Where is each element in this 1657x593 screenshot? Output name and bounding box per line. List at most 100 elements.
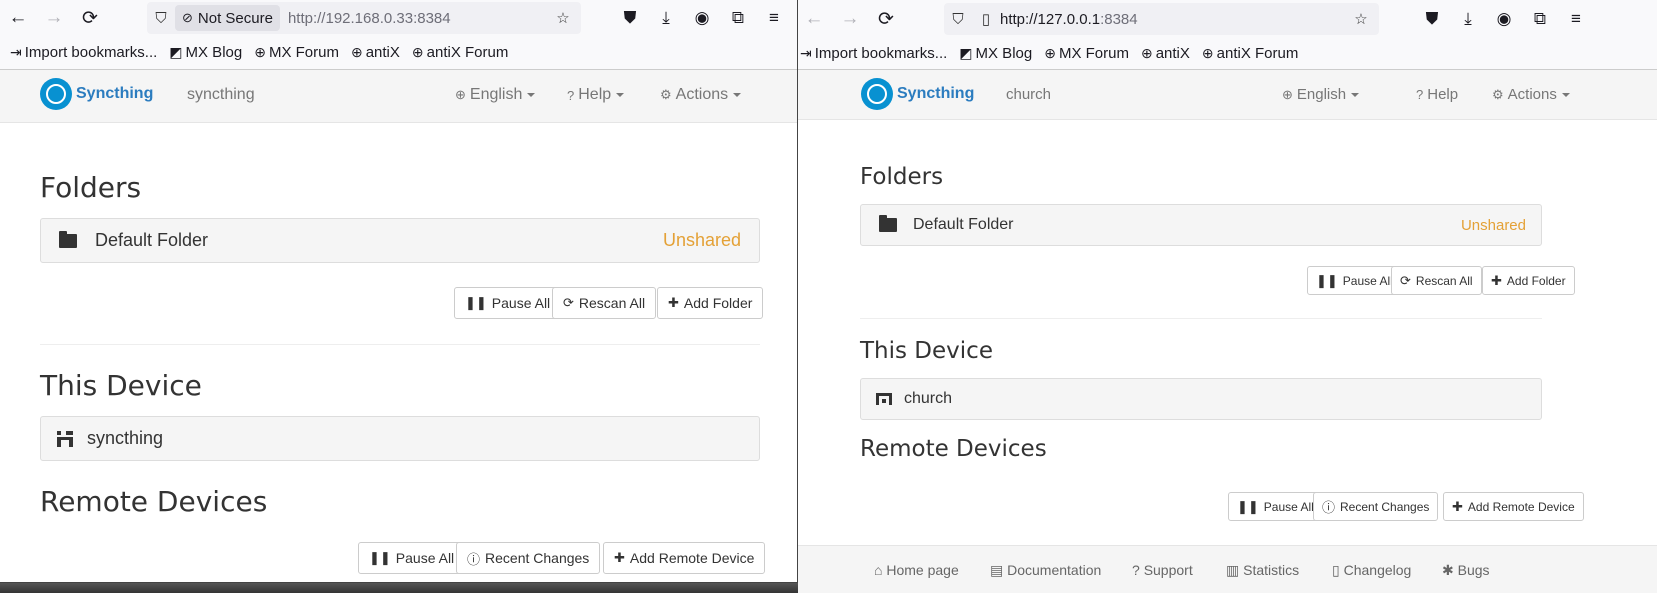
bookmark-import[interactable]: ⇥ Import bookmarks... bbox=[800, 45, 947, 62]
back-icon[interactable]: ← bbox=[0, 0, 36, 36]
bookmark-antix-forum[interactable]: ⊕ antiX Forum bbox=[1202, 45, 1298, 62]
browser-window-left: ← → ⟳ ⛉ ⊘ Not Secure http://192.168.0.33:… bbox=[0, 0, 798, 583]
download-icon[interactable]: ⤓ bbox=[648, 0, 684, 36]
actions-menu[interactable]: ⚙ Actions bbox=[660, 86, 742, 104]
download-icon[interactable]: ⤓ bbox=[1450, 1, 1486, 37]
main-content: Folders Default Folder Unshared ❚❚ Pause … bbox=[0, 123, 797, 582]
globe-icon: ⊕ bbox=[411, 44, 424, 60]
bookmark-mx-forum[interactable]: ⊕ MX Forum bbox=[254, 44, 339, 61]
chart-icon: ◩ bbox=[959, 45, 973, 61]
back-icon[interactable]: ← bbox=[796, 1, 832, 37]
forward-icon[interactable]: → bbox=[832, 1, 868, 37]
add-folder-button[interactable]: ✚ Add Folder bbox=[1482, 266, 1575, 295]
plus-icon: ✚ bbox=[1491, 272, 1502, 288]
this-device-panel[interactable]: church bbox=[860, 378, 1542, 420]
chart-icon: ◩ bbox=[169, 44, 183, 60]
bookmark-mx-blog[interactable]: ◩ MX Blog bbox=[169, 44, 242, 61]
folder-status: Unshared bbox=[662, 230, 741, 250]
url-bar[interactable]: ⛉ ▯ http://127.0.0.1:8384 ☆ bbox=[944, 3, 1379, 35]
star-icon[interactable]: ☆ bbox=[1347, 10, 1375, 28]
question-icon: ? bbox=[567, 87, 575, 103]
bookmark-mx-blog[interactable]: ◩ MX Blog bbox=[959, 45, 1032, 62]
pause-all-folders-button[interactable]: ❚❚ Pause All bbox=[454, 287, 562, 319]
footer: ⌂ Home page ▤ Documentation ? Support ▥ … bbox=[796, 545, 1657, 593]
url-bar[interactable]: ⛉ ⊘ Not Secure http://192.168.0.33:8384 ☆ bbox=[147, 2, 581, 34]
divider bbox=[860, 318, 1542, 319]
account-icon[interactable]: ◉ bbox=[684, 0, 720, 36]
rescan-all-button[interactable]: ⟳ Rescan All bbox=[552, 287, 657, 319]
globe-icon: ⊕ bbox=[1201, 45, 1214, 61]
pause-icon: ❚❚ bbox=[369, 550, 391, 565]
reload-icon[interactable]: ⟳ bbox=[868, 1, 904, 37]
shield-icon: ⛉ bbox=[155, 9, 167, 27]
footer-docs-link[interactable]: ▤ Documentation bbox=[990, 562, 1101, 579]
pocket-icon[interactable]: ⛊ bbox=[612, 0, 648, 36]
this-device-panel[interactable]: syncthing bbox=[40, 416, 760, 461]
folder-name: Default Folder bbox=[913, 216, 1014, 233]
globe-icon: ⊕ bbox=[254, 44, 266, 60]
extensions-icon[interactable]: ⧉ bbox=[1522, 1, 1558, 37]
language-menu[interactable]: ⊕ English bbox=[1282, 86, 1360, 103]
extensions-icon[interactable]: ⧉ bbox=[720, 0, 756, 36]
language-menu[interactable]: ⊕ English bbox=[455, 86, 536, 104]
this-device-name: church bbox=[904, 390, 953, 407]
browser-toolbar: ← → ⟳ ⛉ ⊘ Not Secure http://192.168.0.33:… bbox=[0, 0, 797, 36]
url-port: :8384 bbox=[1100, 10, 1138, 28]
footer-support-link[interactable]: ? Support bbox=[1132, 562, 1193, 578]
bookmark-antix[interactable]: ⊕ antiX bbox=[1141, 45, 1190, 62]
bookmark-mx-forum[interactable]: ⊕ MX Forum bbox=[1044, 45, 1129, 62]
refresh-icon: ⟳ bbox=[563, 295, 574, 310]
bookmark-antix-forum[interactable]: ⊕ antiX Forum bbox=[412, 44, 508, 61]
add-folder-button[interactable]: ✚ Add Folder bbox=[657, 287, 764, 319]
recent-changes-button[interactable]: ⓘ Recent Changes bbox=[1313, 492, 1439, 521]
syncthing-brand[interactable]: Syncthing bbox=[40, 78, 153, 110]
footer-stats-link[interactable]: ▥ Statistics bbox=[1226, 562, 1299, 579]
syncthing-navbar: Syncthing church ⊕ English ? Help ⚙ Actions bbox=[796, 70, 1657, 120]
folder-status: Unshared bbox=[1460, 216, 1526, 234]
folder-icon bbox=[59, 230, 77, 248]
globe-icon: ⊕ bbox=[350, 44, 363, 60]
this-device-heading: This Device bbox=[40, 369, 202, 402]
account-icon[interactable]: ◉ bbox=[1486, 1, 1522, 37]
syncthing-brand[interactable]: Syncthing bbox=[861, 78, 974, 110]
globe-icon: ⊕ bbox=[455, 87, 466, 102]
pause-icon: ❚❚ bbox=[1316, 272, 1338, 288]
syncthing-logo-icon bbox=[861, 78, 893, 110]
browser-toolbar: ← → ⟳ ⛉ ▯ http://127.0.0.1:8384 ☆ ⛊ ⤓ ◉ … bbox=[796, 0, 1657, 38]
folder-panel[interactable]: Default Folder Unshared bbox=[40, 218, 760, 263]
url-port: :8384 bbox=[413, 9, 451, 27]
pause-all-folders-button[interactable]: ❚❚ Pause All bbox=[1307, 266, 1402, 295]
globe-icon: ⊕ bbox=[1140, 45, 1153, 61]
folder-panel[interactable]: Default Folder Unshared bbox=[860, 204, 1542, 246]
pause-all-devices-button[interactable]: ❚❚ Pause All bbox=[358, 542, 466, 574]
rescan-all-button[interactable]: ⟳ Rescan All bbox=[1391, 266, 1482, 295]
pause-all-devices-button[interactable]: ❚❚ Pause All bbox=[1228, 492, 1323, 521]
help-menu[interactable]: ? Help bbox=[567, 86, 625, 104]
navbar-device-name: church bbox=[1006, 86, 1052, 103]
window-shadow bbox=[0, 583, 798, 593]
this-device-heading: This Device bbox=[860, 338, 993, 364]
footer-home-link[interactable]: ⌂ Home page bbox=[874, 562, 959, 578]
bookmark-import[interactable]: ⇥ Import bookmarks... bbox=[10, 44, 157, 61]
gear-icon: ⚙ bbox=[660, 87, 672, 102]
star-icon[interactable]: ☆ bbox=[549, 9, 577, 27]
forward-icon[interactable]: → bbox=[36, 0, 72, 36]
not-secure-badge[interactable]: ⊘ Not Secure bbox=[175, 5, 280, 31]
actions-menu[interactable]: ⚙ Actions bbox=[1492, 86, 1570, 103]
divider bbox=[40, 344, 760, 345]
reload-icon[interactable]: ⟳ bbox=[72, 0, 108, 36]
info-icon: ⓘ bbox=[467, 551, 481, 567]
menu-icon[interactable]: ≡ bbox=[756, 0, 792, 36]
menu-icon[interactable]: ≡ bbox=[1558, 1, 1594, 37]
bookmark-antix[interactable]: ⊕ antiX bbox=[351, 44, 400, 61]
bookmarks-bar: ⇥ Import bookmarks... ◩ MX Blog ⊕ MX Forum … bbox=[796, 38, 1657, 70]
recent-changes-button[interactable]: ⓘ Recent Changes bbox=[456, 542, 601, 574]
pocket-icon[interactable]: ⛊ bbox=[1414, 1, 1450, 37]
add-remote-device-button[interactable]: ✚ Add Remote Device bbox=[1443, 492, 1584, 521]
folders-heading: Folders bbox=[40, 171, 142, 204]
add-remote-device-button[interactable]: ✚ Add Remote Device bbox=[603, 542, 766, 574]
footer-bugs-link[interactable]: ✱ Bugs bbox=[1442, 562, 1490, 579]
footer-changelog-link[interactable]: ▯ Changelog bbox=[1332, 562, 1411, 579]
help-menu[interactable]: ? Help bbox=[1416, 86, 1458, 103]
remote-devices-heading: Remote Devices bbox=[40, 485, 268, 518]
